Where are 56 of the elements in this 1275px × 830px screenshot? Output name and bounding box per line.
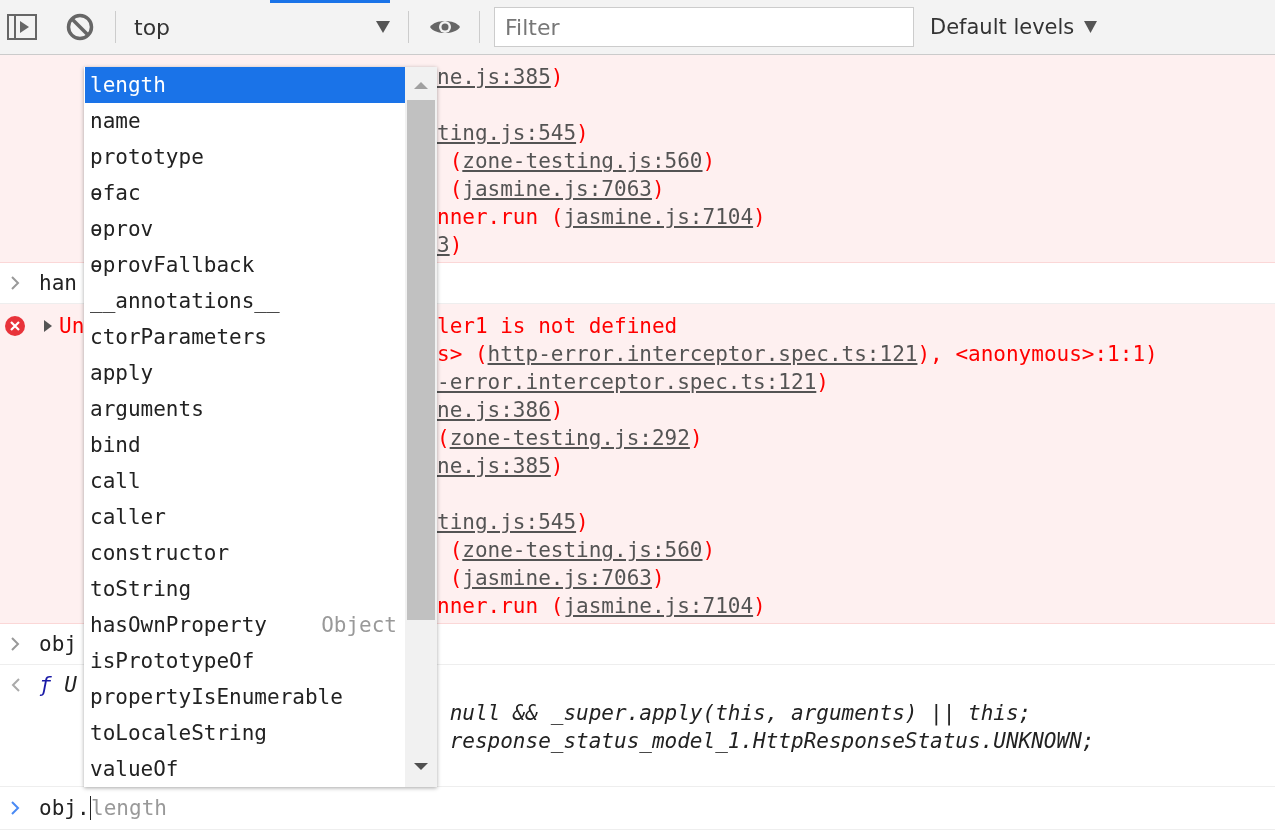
source-link[interactable]: jasmine.js:7104 [563,594,754,618]
stack-line: (jasmine.js:7063) [448,566,665,590]
source-link[interactable]: http-error.interceptor.spec.ts:121 [487,342,918,366]
source-link[interactable]: ne.js:386 [437,398,551,422]
console-input-text: han [39,271,77,295]
stack-line: (zone-testing.js:292) [437,426,703,450]
console-text: ƒ U [39,673,77,697]
code-line: null && _super.apply(this, arguments) || this; [448,701,1032,725]
source-link[interactable]: jasmine.js:7063 [462,566,652,590]
stack-line: s> (http-error.interceptor.spec.ts:121), <anonymous>:1:1) [437,342,1158,366]
stack-line: (jasmine.js:7063) [448,177,665,201]
source-link[interactable]: ne.js:385 [437,65,551,89]
prompt-icon [10,637,20,651]
stack-line: nner.run (jasmine.js:7104) [437,594,766,618]
expand-triangle-icon[interactable] [43,320,53,332]
stack-line: ler1 is not defined [437,314,678,338]
stack-line: ne.js:386) [437,398,564,422]
prompt-icon [10,276,20,290]
console-input-text: obj [39,632,77,656]
source-link[interactable]: ting.js:545 [437,510,577,534]
stack-line: 3) [437,233,463,257]
log-levels-dropdown[interactable]: Default levels [930,15,1098,39]
return-icon [9,678,21,692]
source-link[interactable]: -error.interceptor.spec.ts:121 [437,370,817,394]
scrollbar-thumb[interactable] [407,100,435,620]
scrollbar[interactable] [405,67,437,787]
text-cursor [89,796,92,820]
autocomplete-suggestion: length [91,796,167,820]
source-link[interactable]: zone-testing.js:292 [449,426,690,450]
type-hint: Object [321,613,398,637]
source-link[interactable]: ne.js:385 [437,454,551,478]
console-input-text[interactable]: obj. [39,796,90,820]
context-select[interactable]: top [134,14,390,40]
stack-line: (zone-testing.js:560) [448,149,716,173]
dropdown-caret-icon [1084,21,1098,33]
stack-line: ne.js:385) [437,454,564,478]
stack-line: ne.js:385) [437,65,564,89]
source-link[interactable]: 3 [437,233,450,257]
source-link[interactable]: ting.js:545 [437,121,577,145]
source-link[interactable]: jasmine.js:7104 [563,205,754,229]
console-text: Un [59,314,85,338]
prompt-icon [10,801,20,815]
stack-line: ting.js:545) [437,121,589,145]
autocomplete-item[interactable]: length [85,67,405,103]
source-link[interactable]: jasmine.js:7063 [462,177,652,201]
stack-line: ting.js:545) [437,510,589,534]
source-link[interactable]: zone-testing.js:560 [462,149,703,173]
filter-field[interactable]: Filter [494,7,914,47]
code-line: response_status_model_1.HttpResponseStatus.UNKNOWN; [448,729,1095,753]
source-link[interactable]: zone-testing.js:560 [462,538,703,562]
dropdown-caret-icon [376,21,390,33]
stack-line: (zone-testing.js:560) [448,538,716,562]
clear-console-icon[interactable] [66,13,94,41]
sidebar-toggle-icon[interactable] [7,14,37,40]
stack-line: -error.interceptor.spec.ts:121) [437,370,829,394]
stack-line: nner.run (jasmine.js:7104) [437,205,766,229]
